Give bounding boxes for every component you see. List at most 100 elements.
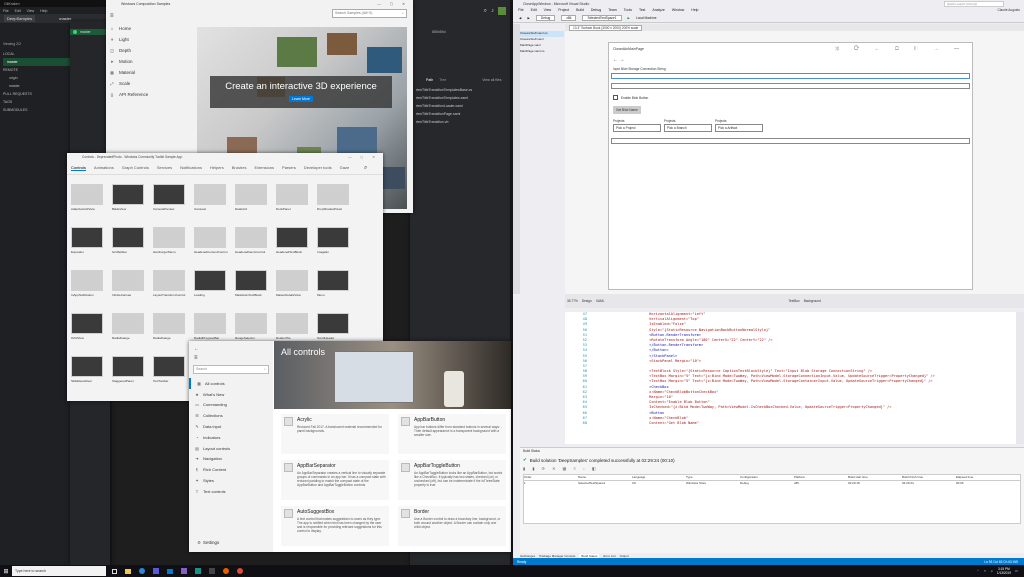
toolkit-tab[interactable]: Gaze bbox=[340, 165, 350, 170]
gallery-card[interactable]: AppBarToggleButton An AppBarToggleButton … bbox=[398, 460, 506, 500]
toolkit-tile[interactable]: HeaderedTextBlock bbox=[276, 227, 317, 270]
comp-nav-item[interactable]: ➤ Motion bbox=[108, 56, 193, 67]
git-file-item[interactable]: rtenTitleTransitionTemplates.xaml bbox=[416, 96, 510, 104]
gallery-search-box[interactable]: Search ⌕ bbox=[193, 365, 269, 374]
toolkit-tile[interactable]: LayoutTransformControl bbox=[153, 270, 194, 313]
vs-doc-item[interactable]: MainPage.xaml.cs bbox=[520, 49, 564, 55]
toolkit-tile[interactable]: MasterDetailsView bbox=[276, 270, 317, 313]
vs-taskbar-icon[interactable] bbox=[181, 568, 187, 574]
vs-menu-item[interactable]: Test bbox=[639, 8, 645, 12]
git-commit-row[interactable]: master bbox=[70, 29, 110, 35]
vs-design-tab[interactable]: Design bbox=[582, 299, 592, 303]
git-menu-view[interactable]: View bbox=[27, 9, 35, 13]
gallery-nav-item[interactable]: ☰ Collections bbox=[189, 410, 273, 421]
tray-chevron-icon[interactable]: ⌃ bbox=[977, 569, 980, 573]
git-menu-help[interactable]: Help bbox=[40, 9, 47, 13]
vs-menu-item[interactable]: Project bbox=[558, 8, 569, 12]
toolkit-tab[interactable]: Services bbox=[157, 165, 172, 170]
git-view-all[interactable]: View all files bbox=[482, 78, 501, 82]
vs-app-back-icon[interactable]: ← → bbox=[609, 54, 972, 63]
toolkit-tile[interactable]: HamburgerMenu bbox=[153, 227, 194, 270]
vs-user-name[interactable]: Claude Augusto bbox=[997, 8, 1020, 12]
vs-menu-item[interactable]: Window bbox=[672, 8, 684, 12]
gallery-nav-item[interactable]: ✦ Styles bbox=[189, 475, 273, 486]
vs-bottom-tab[interactable]: Output bbox=[620, 554, 629, 558]
vs-build-col[interactable]: Order bbox=[524, 475, 578, 480]
toolkit-search-icon[interactable]: ⌕ bbox=[364, 165, 367, 172]
gallery-card[interactable]: Border Use a Border control to draw a bou… bbox=[398, 506, 506, 546]
vs-run-icon[interactable]: ▶ bbox=[628, 16, 630, 20]
vs-combo-box[interactable]: Pick a Project bbox=[613, 124, 661, 132]
vs-combo-box[interactable]: Pick a Artifact bbox=[715, 124, 763, 132]
vs-bottom-tab[interactable]: Build Status bbox=[579, 553, 600, 558]
comp-nav-item[interactable]: ◫ Depth bbox=[108, 45, 193, 56]
vs-menu-item[interactable]: Edit bbox=[531, 8, 537, 12]
vs-build-col[interactable]: Build start time bbox=[848, 475, 902, 480]
clock[interactable]: 3:15 PM 1/13/2019 bbox=[997, 567, 1011, 575]
git-bell-icon[interactable]: ♪ bbox=[491, 8, 494, 14]
toolkit-tab[interactable]: Notifications bbox=[180, 165, 202, 170]
vs-breadcrumb2[interactable]: Background bbox=[804, 299, 821, 303]
start-windows-icon[interactable]: ⊞ bbox=[0, 568, 12, 575]
edge-icon[interactable] bbox=[139, 568, 145, 574]
vs-build-col[interactable]: Configuration bbox=[740, 475, 794, 480]
git-menu-edit[interactable]: Edit bbox=[15, 9, 21, 13]
toolkit-tile[interactable]: MarkdownTextBlock bbox=[235, 270, 276, 313]
vs-device-dropdown[interactable]: 13.3" Surface Book (3000 x 2000) 200% sc… bbox=[569, 24, 643, 31]
gitkraken-taskbar-icon[interactable] bbox=[195, 568, 201, 574]
toolkit-tab[interactable]: Helpers bbox=[210, 165, 224, 170]
git-tab-path[interactable]: Path bbox=[426, 78, 433, 82]
git-file-item[interactable]: rtenTitleTransition.vb bbox=[416, 120, 510, 128]
vs-nav-back-icon[interactable]: ◀ bbox=[519, 16, 521, 20]
firefox-icon[interactable] bbox=[223, 568, 229, 574]
gallery-nav-item[interactable]: ▤ Layout controls bbox=[189, 443, 273, 454]
vs-build-col[interactable]: Type bbox=[686, 475, 740, 480]
vs-platform-dropdown[interactable]: x86 bbox=[561, 14, 577, 21]
gallery-nav-item[interactable]: ¶ Rich Content bbox=[189, 464, 273, 475]
vs-menu-item[interactable]: View bbox=[544, 8, 552, 12]
gallery-nav-item[interactable]: ★ What's New bbox=[189, 389, 273, 400]
gallery-nav-item[interactable]: ◔ Indicators bbox=[189, 432, 273, 443]
toolkit-tile[interactable]: Expander bbox=[71, 227, 112, 270]
network-icon[interactable]: ⌔ bbox=[983, 569, 986, 574]
vs-code-editor[interactable]: 47 HorizontalAlignment="Left" 48 Vertical… bbox=[565, 312, 1016, 444]
toolkit-tile[interactable]: Loading bbox=[194, 270, 235, 313]
comp-search-box[interactable]: Search Samples (Alt+S) ⌕ bbox=[332, 9, 407, 18]
git-file-item[interactable]: rtenTitleTransitionTemplatesBase.cs bbox=[416, 88, 510, 96]
comp-window-controls[interactable]: — ▢ ✕ bbox=[377, 2, 413, 6]
mail-icon[interactable] bbox=[167, 568, 173, 574]
vs-menu-item[interactable]: Team bbox=[608, 8, 617, 12]
hero-learn-more-button[interactable]: Learn More bbox=[289, 96, 313, 102]
vs-combo-box[interactable]: Pick a Branch bbox=[664, 124, 712, 132]
toolkit-tile[interactable]: SlidableListItem bbox=[71, 356, 112, 399]
toolkit-tile[interactable]: StaggeredPanel bbox=[112, 356, 153, 399]
gallery-hamburger-icon[interactable]: ≡ bbox=[189, 352, 273, 361]
gallery-card[interactable]: AutoSuggestBox A text control that makes … bbox=[281, 506, 389, 546]
comp-nav-item[interactable]: {} API Reference bbox=[108, 89, 193, 100]
explorer-icon[interactable] bbox=[125, 568, 131, 574]
comp-nav-item[interactable]: ⌂ Home bbox=[108, 23, 193, 34]
gallery-nav-item[interactable]: ▭ Commanding bbox=[189, 400, 273, 411]
toolkit-tile[interactable]: OrbitView bbox=[71, 313, 112, 356]
gallery-card[interactable]: AppBarButton App bar buttons differ from … bbox=[398, 414, 506, 454]
toolkit-tile[interactable]: HeaderedItemsControl bbox=[235, 227, 276, 270]
vs-menu-item[interactable]: Analyze bbox=[652, 8, 664, 12]
vs-container-textbox[interactable] bbox=[611, 83, 970, 89]
git-menu-file[interactable]: File bbox=[3, 9, 9, 13]
vs-breadcrumb[interactable]: TextBox bbox=[788, 299, 799, 303]
vs-menu-item[interactable]: File bbox=[518, 8, 524, 12]
toolkit-tile[interactable]: RadialGauge bbox=[153, 313, 194, 356]
vs-nav-forward-icon[interactable]: ▶ bbox=[527, 16, 529, 20]
gallery-nav-item[interactable]: ▦ All controls bbox=[189, 378, 273, 389]
toolkit-tile[interactable]: TextToolbar bbox=[153, 356, 194, 399]
vs-menu-item[interactable]: Tools bbox=[624, 8, 632, 12]
vs-xaml-tab[interactable]: XAML bbox=[596, 299, 605, 303]
toolkit-window-controls[interactable]: — ▢ ✕ bbox=[348, 155, 383, 159]
vs-build-col[interactable]: Elapsed time bbox=[956, 475, 1010, 480]
toolkit-tab[interactable]: Brushes bbox=[232, 165, 247, 170]
gallery-nav-item[interactable]: T Text controls bbox=[189, 486, 273, 497]
vs-build-col[interactable]: Language bbox=[632, 475, 686, 480]
toolkit-tile[interactable]: BladeView bbox=[112, 184, 153, 227]
git-file-item[interactable]: rtenTitleTransitionLoader.xaml bbox=[416, 104, 510, 112]
volume-icon[interactable]: ♫ bbox=[990, 569, 992, 573]
